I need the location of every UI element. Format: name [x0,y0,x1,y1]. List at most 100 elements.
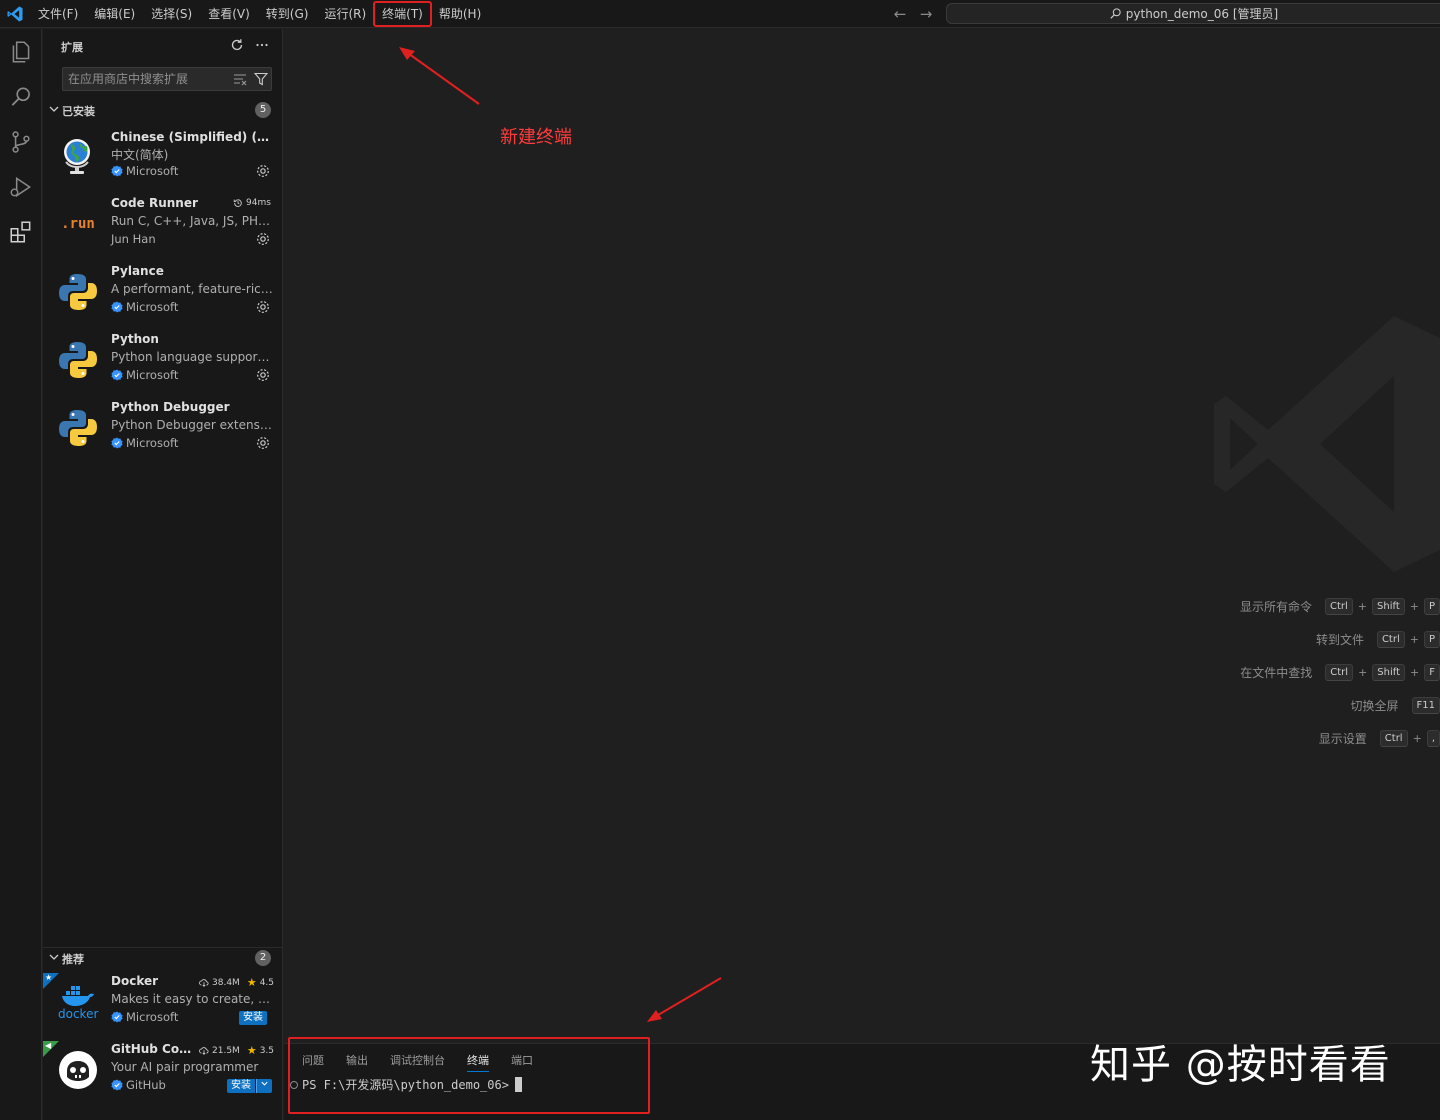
terminal-prompt: PS F:\开发源码\python_demo_06> [302,1078,509,1092]
python-logo-icon [57,407,99,449]
shortcut-row: 在文件中查找 Ctrl + Shift + F [1240,663,1440,681]
circle-icon [290,1080,298,1089]
shortcut-label: 转到文件 [1315,632,1364,647]
extension-description: Run C, C++, Java, JS, PHP, P... [111,214,274,228]
menu-bar: 文件(F) 编辑(E) 选择(S) 查看(V) 转到(G) 运行(R) 终端(T) 帮助(H) [30,0,489,28]
keybinding-key: Shift [1372,597,1405,615]
plus-separator: + [1409,599,1419,613]
shortcut-row: 切换全屏 F11 [1351,696,1440,714]
search-icon[interactable] [8,84,34,110]
panel-tab[interactable]: 输出 [346,1053,368,1072]
install-button[interactable]: 安装 [227,1079,255,1093]
extension-item-docker[interactable]: ★ docker Docker 38.4M ★ 4.5 Makes it eas… [43,973,283,1039]
installed-count-badge: 5 [255,102,271,118]
python-logo-icon [57,339,99,381]
arrow-right-icon[interactable]: → [918,4,934,24]
extension-publisher: Microsoft [111,300,178,314]
extension-name: Code Runner [111,196,198,210]
refresh-icon[interactable] [229,37,245,53]
gear-icon[interactable] [255,367,271,383]
extension-name: Pylance [111,264,164,278]
annotation-label: 新建终端 [500,127,572,148]
copilot-logo-icon [57,1049,99,1091]
extension-description: Makes it easy to create, ma... [111,992,274,1006]
panel-tab[interactable]: 问题 [302,1053,324,1072]
watermark-text: 知乎 @按时看看 [1090,1042,1391,1088]
extension-publisher: Jun Han [111,232,156,246]
editor-area: 新建终端 显示所有命令 Ctrl + Shift + P 转到文件 Ctrl + P 在文件中查找 C… [284,29,1440,1043]
star-icon: ★ [246,1044,257,1057]
menu-item[interactable]: 选择(S) [143,2,200,26]
menu-item[interactable]: 转到(G) [258,2,317,26]
extension-name: Python [111,332,159,346]
recommended-section-header[interactable]: 推荐 2 [43,947,283,967]
extensions-sidebar: 扩展 已安装 5 Chinese (Simplified) (简体... 中文(… [43,29,283,1120]
plus-separator: + [1409,632,1419,646]
filter-icon[interactable] [253,72,269,86]
navigation-arrows: ← → [892,4,934,24]
menu-item[interactable]: 文件(F) [30,2,86,26]
run-debug-icon[interactable] [8,174,34,200]
extension-description: 中文(简体) [111,148,169,162]
vscode-logo-icon [1214,316,1440,572]
extension-item-chinese[interactable]: Chinese (Simplified) (简体... 中文(简体) Micro… [43,127,283,193]
extension-name: GitHub Cop... [111,1042,195,1056]
extension-item-python[interactable]: Python Python language support wi... Mic… [43,331,283,397]
publisher-name: Microsoft [126,1010,179,1024]
extension-item-code-runner[interactable]: .run Code Runner 94ms Run C, C++, Java, … [43,195,283,261]
extension-search-input[interactable] [68,68,228,90]
cloud-download-icon [199,1046,209,1055]
extension-item-pylance[interactable]: Pylance A performant, feature-rich l... … [43,263,283,329]
installed-section-header[interactable]: 已安装 5 [43,100,283,120]
globe-icon [57,135,99,177]
gear-icon[interactable] [255,299,271,315]
activation-time: 94ms [233,198,271,208]
panel-tab[interactable]: 终端 [467,1053,489,1072]
install-button[interactable]: 安装 [239,1011,267,1025]
menu-item[interactable]: 帮助(H) [431,2,489,26]
panel-tab[interactable]: 端口 [511,1053,533,1072]
panel-tabs: 问题 输出 调试控制台 终端 端口 [302,1053,533,1072]
installed-section-title: 已安装 [62,105,95,118]
gear-icon[interactable] [255,231,271,247]
extension-publisher: Microsoft [111,368,178,382]
search-icon [1110,8,1121,19]
plus-separator: + [1412,731,1422,745]
source-control-icon[interactable] [8,129,34,155]
panel-tab[interactable]: 调试控制台 [390,1053,445,1072]
menu-item[interactable]: 终端(T) [373,1,432,27]
publisher-name: Microsoft [126,300,179,314]
keybinding-key: F11 [1411,696,1440,714]
extension-stats: 21.5M ★ 3.5 [199,1044,274,1057]
plus-separator: + [1410,665,1420,679]
extension-item-github-copilot[interactable]: ◀ GitHub Cop... 21.5M ★ 3.5 Your AI pair… [43,1041,283,1107]
plus-separator: + [1357,599,1368,613]
command-center-label: python_demo_06 [管理员] [1125,7,1279,21]
keybinding-key: Ctrl [1325,597,1353,615]
keybinding-key: Shift [1372,663,1406,681]
clear-filter-icon[interactable] [233,72,247,86]
verified-badge-icon [111,1079,123,1091]
extensions-icon[interactable] [8,219,34,245]
menu-item[interactable]: 查看(V) [200,2,258,26]
extension-publisher: Microsoft [111,436,178,450]
chevron-down-icon [49,106,59,112]
more-icon[interactable] [254,37,270,53]
extension-item-python-debugger[interactable]: Python Debugger Python Debugger extensio… [43,399,283,465]
keybinding-key: P [1423,597,1440,615]
menu-item[interactable]: 编辑(E) [86,2,143,26]
extension-description: Python language support wi... [111,350,274,364]
menu-item[interactable]: 运行(R) [316,2,374,26]
extension-description: Python Debugger extension... [111,418,274,432]
gear-icon[interactable] [255,435,271,451]
shortcut-label: 显示设置 [1318,731,1367,746]
extension-description: A performant, feature-rich l... [111,282,274,296]
vscode-logo-icon [6,5,24,23]
gear-icon[interactable] [255,163,271,179]
keybinding-key: Ctrl [1325,663,1354,681]
command-center[interactable]: python_demo_06 [管理员] [946,3,1440,24]
explorer-icon[interactable] [8,39,34,65]
install-options-dropdown[interactable] [256,1079,272,1093]
arrow-left-icon[interactable]: ← [892,4,908,24]
terminal-prompt-line[interactable]: PS F:\开发源码\python_demo_06> [290,1076,522,1093]
